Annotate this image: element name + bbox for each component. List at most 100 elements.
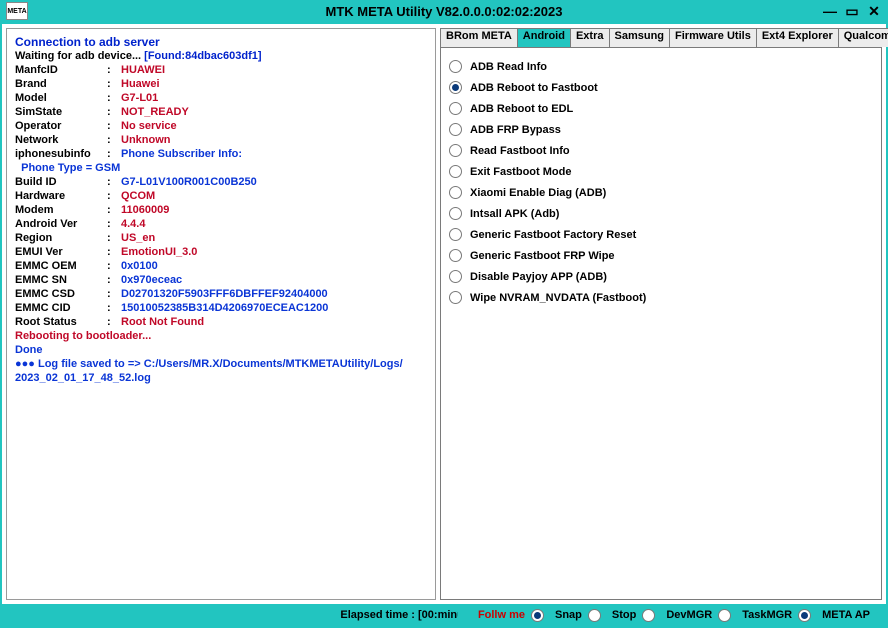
log-row: EMMC OEM:0x0100: [15, 259, 427, 273]
log-line: 2023_02_01_17_48_52.log: [15, 371, 427, 385]
log-key: Region: [15, 231, 107, 245]
status-button-label: TaskMGR: [742, 609, 792, 621]
radio-icon: [449, 165, 462, 178]
titlebar: META MTK META Utility V82.0.0.0:02:02:20…: [0, 0, 888, 22]
status-button-label: Stop: [612, 609, 636, 621]
radio-label: Generic Fastboot Factory Reset: [470, 229, 636, 241]
log-line: Phone Type = GSM: [15, 161, 427, 175]
radio-icon: [718, 609, 731, 622]
log-row: ManfcID:HUAWEI: [15, 63, 427, 77]
log-value: 15010052385B314D4206970ECEAC1200: [121, 301, 328, 315]
status-button-meta ap[interactable]: META AP: [798, 609, 870, 622]
status-button-snap[interactable]: Snap: [531, 609, 582, 622]
log-row: SimState:NOT_READY: [15, 105, 427, 119]
log-row: Modem:11060009: [15, 203, 427, 217]
radio-option[interactable]: Disable Payjoy APP (ADB): [447, 266, 875, 287]
log-value: QCOM: [121, 189, 155, 203]
radio-option[interactable]: ADB FRP Bypass: [447, 119, 875, 140]
log-row: Region:US_en: [15, 231, 427, 245]
tab-firmware-utils[interactable]: Firmware Utils: [669, 28, 757, 47]
log-value: G7-L01: [121, 91, 158, 105]
log-line: Waiting for adb device... [Found:84dbac6…: [15, 49, 427, 63]
status-button-stop[interactable]: Stop: [588, 609, 636, 622]
radio-icon: [449, 123, 462, 136]
radio-option[interactable]: Exit Fastboot Mode: [447, 161, 875, 182]
log-key: EMMC CID: [15, 301, 107, 315]
radio-option[interactable]: Xiaomi Enable Diag (ADB): [447, 182, 875, 203]
log-value: 0x970eceac: [121, 273, 182, 287]
log-key: EMMC CSD: [15, 287, 107, 301]
log-row: EMMC CSD:D02701320F5903FFF6DBFFEF9240400…: [15, 287, 427, 301]
log-colon: :: [107, 133, 121, 147]
log-row: Model:G7-L01: [15, 91, 427, 105]
log-key: EMMC OEM: [15, 259, 107, 273]
radio-label: Xiaomi Enable Diag (ADB): [470, 187, 606, 199]
log-key: Network: [15, 133, 107, 147]
status-button-devmgr[interactable]: DevMGR: [642, 609, 712, 622]
status-button-taskmgr[interactable]: TaskMGR: [718, 609, 792, 622]
status-bar: Elapsed time : [00:minutes:12:seconds] F…: [10, 606, 878, 624]
maximize-button[interactable]: ▭: [844, 3, 860, 19]
log-row: Brand:Huawei: [15, 77, 427, 91]
radio-option[interactable]: Read Fastboot Info: [447, 140, 875, 161]
radio-icon: [449, 291, 462, 304]
tab-ext4-explorer[interactable]: Ext4 Explorer: [756, 28, 839, 47]
log-key: Model: [15, 91, 107, 105]
close-button[interactable]: ✕: [866, 3, 882, 19]
radio-label: ADB Reboot to EDL: [470, 103, 573, 115]
status-button-label: Snap: [555, 609, 582, 621]
log-colon: :: [107, 273, 121, 287]
log-line: Rebooting to bootloader...: [15, 329, 427, 343]
radio-label: ADB FRP Bypass: [470, 124, 561, 136]
log-value: Phone Subscriber Info:: [121, 147, 242, 161]
log-key: Modem: [15, 203, 107, 217]
tab-android[interactable]: Android: [517, 28, 571, 47]
radio-icon: [531, 609, 544, 622]
radio-label: Generic Fastboot FRP Wipe: [470, 250, 615, 262]
log-colon: :: [107, 77, 121, 91]
tab-samsung[interactable]: Samsung: [609, 28, 671, 47]
radio-icon: [642, 609, 655, 622]
log-colon: :: [107, 217, 121, 231]
tab-qualcomm[interactable]: Qualcomm: [838, 28, 888, 47]
radio-label: Intsall APK (Adb): [470, 208, 559, 220]
log-value: US_en: [121, 231, 155, 245]
log-row: EMUI Ver:EmotionUI_3.0: [15, 245, 427, 259]
log-key: ManfcID: [15, 63, 107, 77]
radio-icon: [588, 609, 601, 622]
log-colon: :: [107, 175, 121, 189]
tab-extra[interactable]: Extra: [570, 28, 610, 47]
radio-option[interactable]: Intsall APK (Adb): [447, 203, 875, 224]
radio-label: ADB Reboot to Fastboot: [470, 82, 598, 94]
radio-icon: [798, 609, 811, 622]
radio-icon: [449, 270, 462, 283]
log-key: Build ID: [15, 175, 107, 189]
right-panel: BRom METAAndroidExtraSamsungFirmware Uti…: [440, 28, 882, 600]
status-button-label: META AP: [822, 609, 870, 621]
log-key: Operator: [15, 119, 107, 133]
minimize-button[interactable]: —: [822, 3, 838, 19]
log-value: Huawei: [121, 77, 160, 91]
log-value: EmotionUI_3.0: [121, 245, 197, 259]
radio-icon: [449, 207, 462, 220]
log-key: Hardware: [15, 189, 107, 203]
log-line: Connection to adb server: [15, 35, 427, 49]
log-value: No service: [121, 119, 177, 133]
log-value: HUAWEI: [121, 63, 165, 77]
log-colon: :: [107, 287, 121, 301]
radio-icon: [449, 102, 462, 115]
radio-label: Exit Fastboot Mode: [470, 166, 571, 178]
radio-option[interactable]: ADB Reboot to EDL: [447, 98, 875, 119]
log-key: EMMC SN: [15, 273, 107, 287]
radio-option[interactable]: ADB Read Info: [447, 56, 875, 77]
radio-option[interactable]: Generic Fastboot FRP Wipe: [447, 245, 875, 266]
log-panel: Connection to adb serverWaiting for adb …: [6, 28, 436, 600]
tab-brom-meta[interactable]: BRom META: [440, 28, 518, 47]
radio-option[interactable]: Generic Fastboot Factory Reset: [447, 224, 875, 245]
log-row: Android Ver:4.4.4: [15, 217, 427, 231]
radio-option[interactable]: ADB Reboot to Fastboot: [447, 77, 875, 98]
log-row: iphonesubinfo:Phone Subscriber Info:: [15, 147, 427, 161]
radio-option[interactable]: Wipe NVRAM_NVDATA (Fastboot): [447, 287, 875, 308]
log-colon: :: [107, 231, 121, 245]
statusbar-right: Follw me SnapStopDevMGRTaskMGRMETA AP: [458, 609, 870, 622]
